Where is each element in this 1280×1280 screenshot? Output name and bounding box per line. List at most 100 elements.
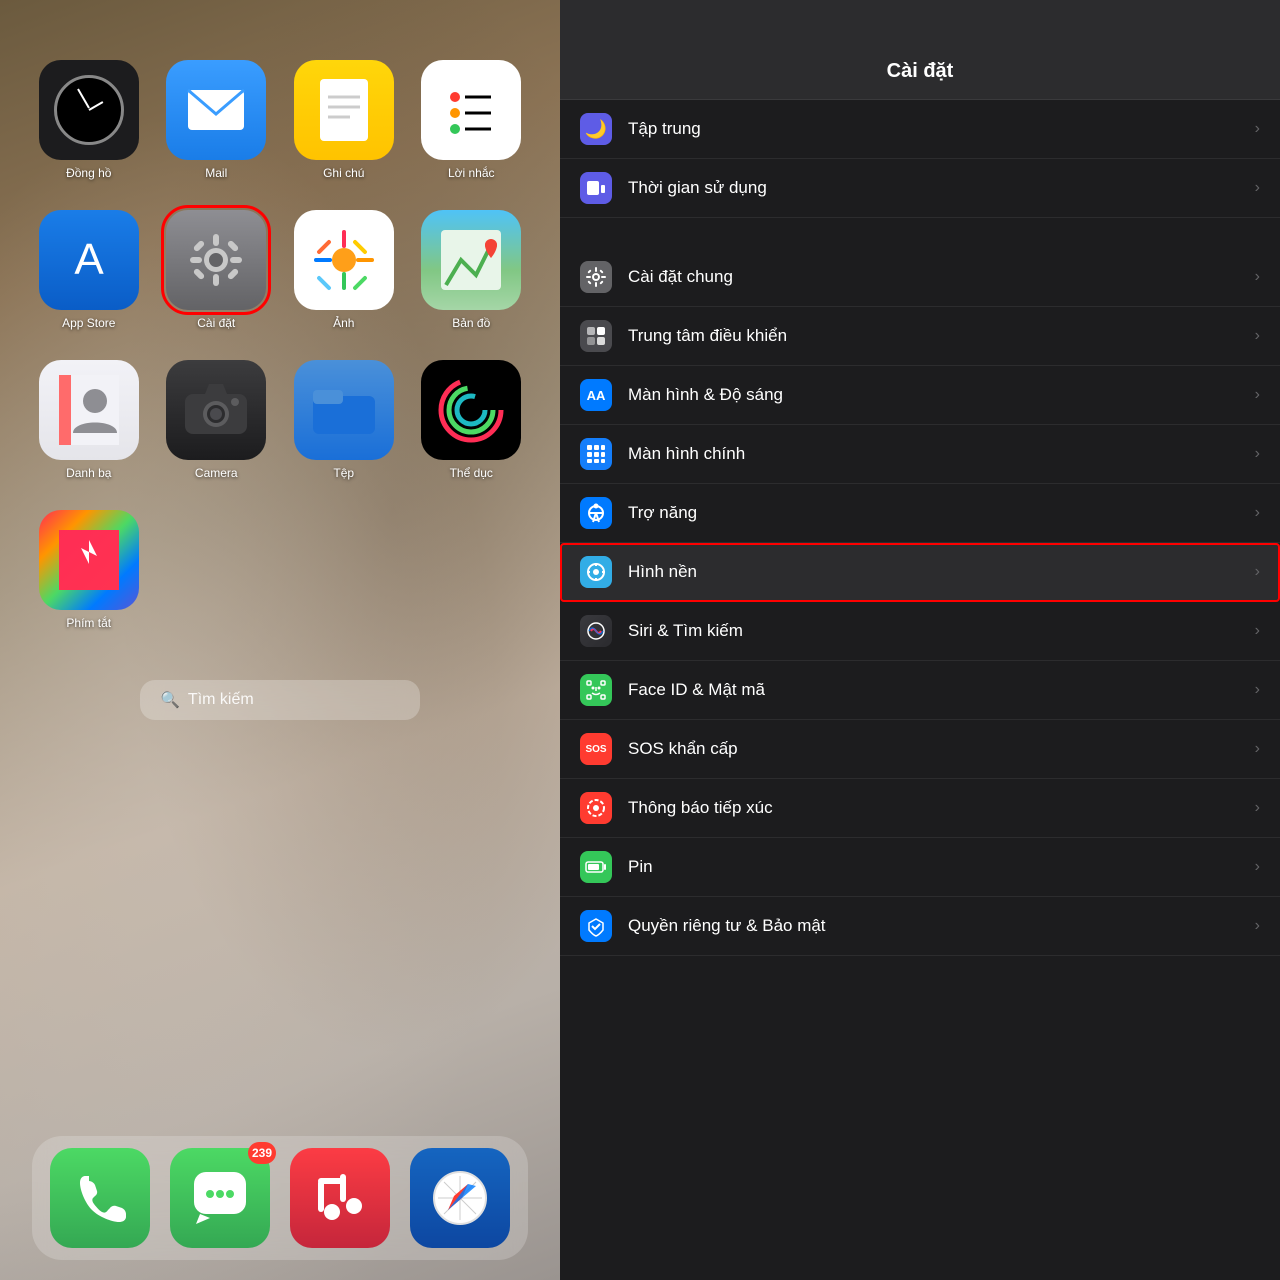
- files-icon: [294, 360, 394, 460]
- app-files[interactable]: Tệp: [285, 360, 403, 480]
- mail-icon: [166, 60, 266, 160]
- focus-icon: 🌙: [580, 113, 612, 145]
- settings-item-general[interactable]: Cài đặt chung ›: [560, 248, 1280, 307]
- dock-safari[interactable]: [410, 1148, 510, 1248]
- faceid-chevron: ›: [1255, 681, 1260, 699]
- fitness-icon: [421, 360, 521, 460]
- screentime-chevron: ›: [1255, 179, 1260, 197]
- settings-item-exposure[interactable]: Thông báo tiếp xúc ›: [560, 779, 1280, 838]
- siri-label: Siri & Tìm kiếm: [628, 621, 1255, 641]
- general-label: Cài đặt chung: [628, 267, 1255, 287]
- sos-icon: SOS: [580, 733, 612, 765]
- app-mail[interactable]: Mail: [158, 60, 276, 180]
- settings-list: 🌙 Tập trung › Thời gian sử dụng ›: [560, 100, 1280, 1280]
- settings-item-faceid[interactable]: Face ID & Mật mã ›: [560, 661, 1280, 720]
- app-grid: Đồng hồ Mail Ghi chú: [0, 0, 560, 650]
- dock: 239: [32, 1136, 528, 1260]
- homescreen-label: Màn hình chính: [628, 444, 1255, 464]
- homescreen-chevron: ›: [1255, 445, 1260, 463]
- search-icon: 🔍: [160, 690, 180, 710]
- messages-badge: 239: [248, 1142, 276, 1164]
- appstore-label: App Store: [62, 316, 115, 330]
- dock-messages[interactable]: 239: [170, 1148, 270, 1248]
- settings-item-focus[interactable]: 🌙 Tập trung ›: [560, 100, 1280, 159]
- focus-label: Tập trung: [628, 119, 1255, 139]
- exposure-label: Thông báo tiếp xúc: [628, 798, 1255, 818]
- shortcuts-icon: [39, 510, 139, 610]
- shortcuts-label: Phím tắt: [66, 616, 111, 630]
- home-screen: Đồng hồ Mail Ghi chú: [0, 0, 560, 1280]
- settings-item-wallpaper[interactable]: Hình nền ›: [560, 543, 1280, 602]
- focus-chevron: ›: [1255, 120, 1260, 138]
- settings-panel: Cài đặt 🌙 Tập trung › Thời gian sử dụng …: [560, 0, 1280, 1280]
- screentime-label: Thời gian sử dụng: [628, 178, 1255, 198]
- accessibility-icon: [580, 497, 612, 529]
- files-label: Tệp: [333, 466, 354, 480]
- maps-label: Bản đồ: [452, 316, 490, 330]
- general-icon: [580, 261, 612, 293]
- settings-item-siri[interactable]: Siri & Tìm kiếm ›: [560, 602, 1280, 661]
- section-gap-1: [560, 218, 1280, 248]
- app-appstore[interactable]: A App Store: [30, 210, 148, 330]
- display-label: Màn hình & Độ sáng: [628, 385, 1255, 405]
- dock-phone[interactable]: [50, 1148, 150, 1248]
- settings-item-accessibility[interactable]: Trợ năng ›: [560, 484, 1280, 543]
- privacy-icon: [580, 910, 612, 942]
- search-bar[interactable]: 🔍 Tìm kiếm: [140, 680, 420, 720]
- settings-item-homescreen[interactable]: Màn hình chính ›: [560, 425, 1280, 484]
- clock-label: Đồng hồ: [66, 166, 111, 180]
- app-contacts[interactable]: Danh bạ: [30, 360, 148, 480]
- contacts-label: Danh bạ: [66, 466, 111, 480]
- settings-item-controlcenter[interactable]: Trung tâm điều khiển ›: [560, 307, 1280, 366]
- app-shortcuts[interactable]: Phím tắt: [30, 510, 148, 630]
- notes-icon: [294, 60, 394, 160]
- settings-item-sos[interactable]: SOS SOS khẩn cấp ›: [560, 720, 1280, 779]
- settings-item-privacy[interactable]: Quyền riêng tư & Bảo mật ›: [560, 897, 1280, 956]
- settings-item-screentime[interactable]: Thời gian sử dụng ›: [560, 159, 1280, 218]
- general-chevron: ›: [1255, 268, 1260, 286]
- settings-title: Cài đặt: [887, 60, 954, 82]
- controlcenter-label: Trung tâm điều khiển: [628, 326, 1255, 346]
- reminders-icon: [421, 60, 521, 160]
- sos-label: SOS khẩn cấp: [628, 739, 1255, 759]
- clock-icon: [39, 60, 139, 160]
- accessibility-label: Trợ năng: [628, 503, 1255, 523]
- homescreen-icon: [580, 438, 612, 470]
- contacts-icon: [39, 360, 139, 460]
- camera-icon: [166, 360, 266, 460]
- battery-chevron: ›: [1255, 858, 1260, 876]
- maps-icon: [421, 210, 521, 310]
- accessibility-chevron: ›: [1255, 504, 1260, 522]
- app-clock[interactable]: Đồng hồ: [30, 60, 148, 180]
- privacy-label: Quyền riêng tư & Bảo mật: [628, 916, 1255, 936]
- app-notes[interactable]: Ghi chú: [285, 60, 403, 180]
- photos-icon: [294, 210, 394, 310]
- display-icon: AA: [580, 379, 612, 411]
- app-camera[interactable]: Camera: [158, 360, 276, 480]
- app-maps[interactable]: Bản đồ: [413, 210, 531, 330]
- wallpaper-chevron: ›: [1255, 563, 1260, 581]
- fitness-label: Thể dục: [450, 466, 493, 480]
- battery-label: Pin: [628, 857, 1255, 877]
- app-reminders[interactable]: Lời nhắc: [413, 60, 531, 180]
- settings-item-battery[interactable]: Pin ›: [560, 838, 1280, 897]
- notes-label: Ghi chú: [323, 166, 364, 180]
- controlcenter-icon: [580, 320, 612, 352]
- sos-chevron: ›: [1255, 740, 1260, 758]
- faceid-label: Face ID & Mật mã: [628, 680, 1255, 700]
- controlcenter-chevron: ›: [1255, 327, 1260, 345]
- settings-header: Cài đặt: [560, 0, 1280, 100]
- app-settings[interactable]: Cài đặt: [158, 210, 276, 330]
- settings-item-display[interactable]: AA Màn hình & Độ sáng ›: [560, 366, 1280, 425]
- app-photos[interactable]: Ảnh: [285, 210, 403, 330]
- wallpaper-icon: [580, 556, 612, 588]
- app-fitness[interactable]: Thể dục: [413, 360, 531, 480]
- appstore-icon: A: [39, 210, 139, 310]
- camera-label: Camera: [195, 466, 238, 480]
- faceid-icon: [580, 674, 612, 706]
- settings-icon: [166, 210, 266, 310]
- siri-chevron: ›: [1255, 622, 1260, 640]
- dock-music[interactable]: [290, 1148, 390, 1248]
- search-text: Tìm kiếm: [188, 691, 254, 709]
- display-chevron: ›: [1255, 386, 1260, 404]
